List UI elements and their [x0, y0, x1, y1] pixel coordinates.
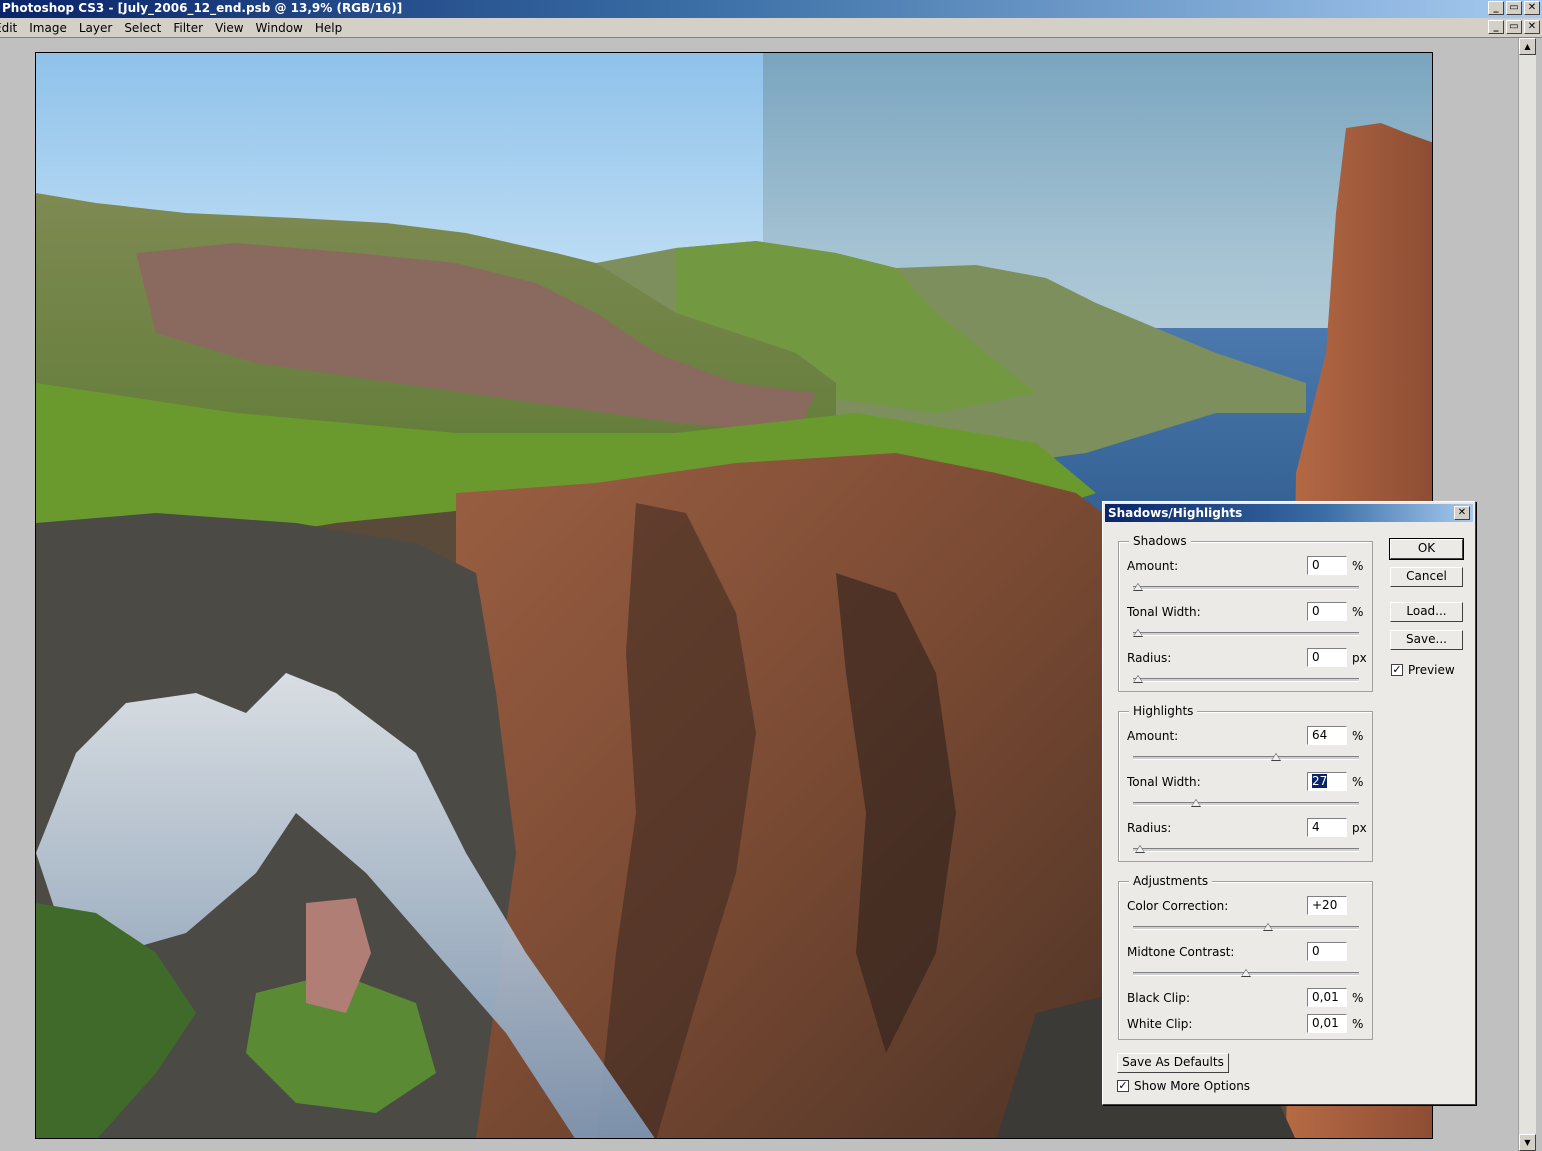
color-correction-slider[interactable]: [1133, 923, 1359, 931]
shadows-amount-label: Amount:: [1127, 559, 1179, 573]
shadows-tonal-width-label: Tonal Width:: [1127, 605, 1201, 619]
dialog-title-bar[interactable]: Shadows/Highlights ✕: [1105, 504, 1473, 522]
shadows-group: Shadows Amount: 0 % Tonal Width: 0 % Rad…: [1118, 534, 1373, 692]
title-bar: Photoshop CS3 - [July_2006_12_end.psb @ …: [0, 0, 1542, 18]
dialog-close-icon[interactable]: ✕: [1454, 506, 1470, 520]
doc-restore-button[interactable]: ▭: [1506, 20, 1522, 34]
menu-edit[interactable]: Edit: [0, 21, 23, 35]
scroll-up-icon[interactable]: ▲: [1519, 38, 1536, 55]
highlights-radius-label: Radius:: [1127, 821, 1172, 835]
shadows-tonal-width-unit: %: [1352, 605, 1364, 619]
black-clip-label: Black Clip:: [1127, 991, 1190, 1005]
shadows-radius-slider[interactable]: [1133, 675, 1359, 683]
load-button[interactable]: Load...: [1390, 602, 1463, 622]
midtone-contrast-thumb[interactable]: [1241, 969, 1251, 977]
cancel-button[interactable]: Cancel: [1390, 567, 1463, 587]
vertical-scrollbar[interactable]: ▲ ▼: [1518, 38, 1536, 1151]
highlights-radius-thumb[interactable]: [1135, 845, 1146, 853]
scroll-down-icon[interactable]: ▼: [1519, 1134, 1536, 1151]
menu-window[interactable]: Window: [250, 21, 309, 35]
preview-checkbox[interactable]: ✓: [1391, 664, 1403, 676]
minimize-button[interactable]: _: [1488, 1, 1504, 15]
document-window-controls: _ ▭ ✕: [1488, 20, 1540, 34]
white-clip-field[interactable]: 0,01: [1307, 1014, 1347, 1033]
shadows-group-title: Shadows: [1129, 534, 1191, 548]
highlights-amount-field[interactable]: 64: [1307, 726, 1347, 745]
color-correction-label: Color Correction:: [1127, 899, 1229, 913]
dialog-title: Shadows/Highlights: [1108, 506, 1243, 520]
menu-help[interactable]: Help: [309, 21, 348, 35]
highlights-tonal-width-slider[interactable]: [1133, 799, 1359, 807]
menu-layer[interactable]: Layer: [73, 21, 118, 35]
show-more-options-label: Show More Options: [1134, 1079, 1251, 1093]
save-button[interactable]: Save...: [1390, 630, 1463, 650]
shadows-radius-field[interactable]: 0: [1307, 648, 1347, 667]
highlights-tonal-width-label: Tonal Width:: [1127, 775, 1201, 789]
shadows-radius-label: Radius:: [1127, 651, 1172, 665]
adjustments-group-title: Adjustments: [1129, 874, 1213, 888]
shadows-amount-unit: %: [1352, 559, 1364, 573]
highlights-radius-unit: px: [1352, 821, 1367, 835]
doc-close-button[interactable]: ✕: [1524, 20, 1540, 34]
black-clip-unit: %: [1352, 991, 1364, 1005]
doc-minimize-button[interactable]: _: [1488, 20, 1504, 34]
midtone-contrast-field[interactable]: 0: [1307, 942, 1347, 961]
highlights-group: Highlights Amount: 64 % Tonal Width: 27 …: [1118, 704, 1373, 862]
menu-bar: Edit Image Layer Select Filter View Wind…: [0, 18, 1542, 38]
shadows-amount-slider[interactable]: [1133, 583, 1359, 591]
highlights-amount-label: Amount:: [1127, 729, 1179, 743]
show-more-options-checkbox[interactable]: ✓: [1117, 1080, 1129, 1092]
app-window-controls: _ ▭ ✕: [1488, 1, 1540, 15]
color-correction-thumb[interactable]: [1262, 923, 1273, 931]
shadows-tonal-width-slider[interactable]: [1133, 629, 1359, 637]
highlights-tonal-width-thumb[interactable]: [1191, 799, 1202, 807]
preview-label: Preview: [1408, 663, 1455, 677]
black-clip-field[interactable]: 0,01: [1307, 988, 1347, 1007]
midtone-contrast-label: Midtone Contrast:: [1127, 945, 1235, 959]
close-button[interactable]: ✕: [1524, 1, 1540, 15]
shadows-radius-unit: px: [1352, 651, 1367, 665]
menu-view[interactable]: View: [209, 21, 249, 35]
highlights-radius-slider[interactable]: [1133, 845, 1359, 853]
shadows-amount-thumb[interactable]: [1133, 583, 1143, 591]
adjustments-group: Adjustments Color Correction: +20 Midton…: [1118, 874, 1373, 1040]
highlights-amount-thumb[interactable]: [1271, 753, 1282, 761]
highlights-radius-field[interactable]: 4: [1307, 818, 1347, 837]
highlights-group-title: Highlights: [1129, 704, 1198, 718]
shadows-tonal-width-field[interactable]: 0: [1307, 602, 1347, 621]
highlights-tonal-width-field[interactable]: 27: [1307, 772, 1347, 791]
highlights-tonal-width-value: 27: [1312, 774, 1328, 788]
ok-button[interactable]: OK: [1389, 538, 1464, 560]
highlights-tonal-width-unit: %: [1352, 775, 1364, 789]
highlights-amount-slider[interactable]: [1133, 753, 1359, 761]
shadows-radius-thumb[interactable]: [1133, 675, 1143, 683]
shadows-highlights-dialog: Shadows/Highlights ✕ Shadows Amount: 0 %…: [1102, 501, 1476, 1105]
color-correction-field[interactable]: +20: [1307, 896, 1347, 915]
shadows-amount-field[interactable]: 0: [1307, 556, 1347, 575]
midtone-contrast-slider[interactable]: [1133, 969, 1359, 977]
shadows-tonal-width-thumb[interactable]: [1133, 629, 1143, 637]
white-clip-unit: %: [1352, 1017, 1364, 1031]
highlights-amount-unit: %: [1352, 729, 1364, 743]
save-as-defaults-button[interactable]: Save As Defaults: [1117, 1053, 1229, 1073]
restore-button[interactable]: ▭: [1506, 1, 1522, 15]
menu-image[interactable]: Image: [23, 21, 73, 35]
menu-select[interactable]: Select: [118, 21, 167, 35]
menu-filter[interactable]: Filter: [167, 21, 209, 35]
window-title: Photoshop CS3 - [July_2006_12_end.psb @ …: [2, 1, 403, 15]
white-clip-label: White Clip:: [1127, 1017, 1193, 1031]
